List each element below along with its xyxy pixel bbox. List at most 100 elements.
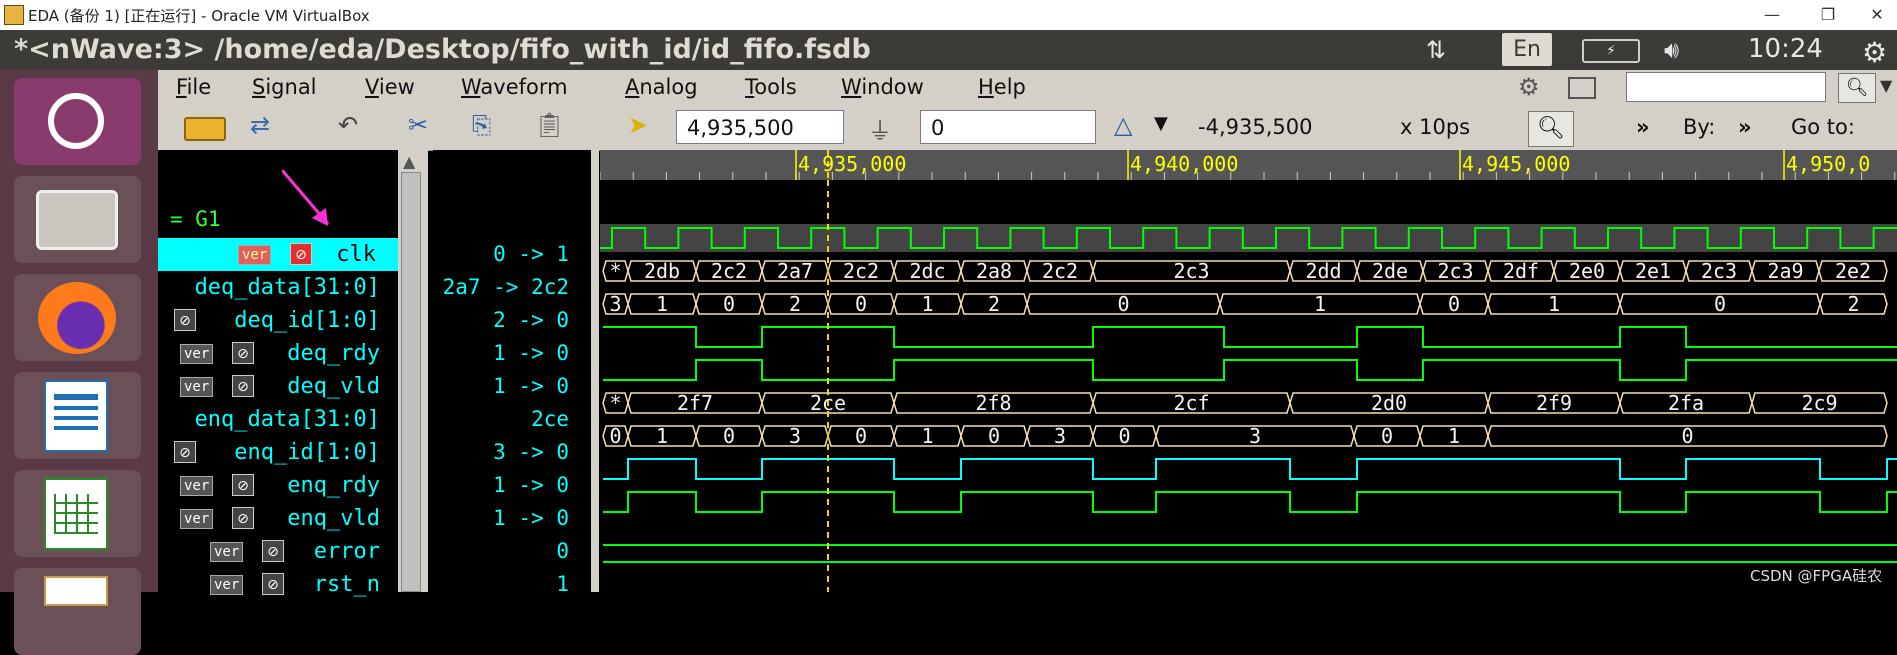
app-icon — [44, 576, 108, 606]
menu-window[interactable]: Window — [841, 75, 924, 99]
signal-type-icon: ⊘ — [262, 540, 284, 562]
delta-triangle-icon[interactable]: △ — [1114, 111, 1132, 139]
firefox-icon — [38, 282, 116, 354]
signal-row-enq-data[interactable]: enq_data[31:0] — [158, 403, 398, 436]
open-folder-icon[interactable] — [184, 117, 226, 141]
close-button[interactable]: ✕ — [1857, 2, 1897, 28]
menu-view[interactable]: View — [365, 75, 415, 99]
time-unit: x 10ps — [1400, 115, 1471, 139]
waves.enq_id-value: 0 — [855, 424, 867, 448]
waves.enq_id-value: 0 — [1118, 424, 1130, 448]
signal-row-clk[interactable]: ver ⊘ clk — [158, 238, 398, 271]
zoom-icon[interactable]: 🔍︎ — [1528, 111, 1574, 147]
ubuntu-dash-button[interactable] — [14, 78, 141, 165]
signal-value: 2ce — [531, 407, 569, 431]
signal-scrollbar[interactable]: ▲ — [398, 150, 424, 592]
waves.deq_data-value: 2c2 — [843, 259, 879, 283]
marker-icon[interactable]: ⏚ — [868, 111, 892, 146]
signal-row-deq-data[interactable]: deq_data[31:0] — [158, 271, 398, 304]
menu-help[interactable]: Help — [978, 75, 1026, 99]
waves.enq_data-value: 2d0 — [1371, 391, 1407, 415]
waves.deq_data-value: 2db — [644, 259, 680, 283]
signal-value: 1 -> 0 — [493, 506, 569, 530]
waves.enq_id-value: 1 — [1448, 424, 1460, 448]
signal-row-deq-id[interactable]: ⊘ deq_id[1:0] — [158, 304, 398, 337]
waves.deq_data-value: 2a8 — [976, 259, 1012, 283]
time-ruler[interactable]: 4,935,000 4,940,000 4,945,000 4,950,0 — [599, 150, 1897, 180]
signal-row-error[interactable]: ver ⊘ error — [158, 535, 398, 568]
signal-row-enq-id[interactable]: ⊘ enq_id[1:0] — [158, 436, 398, 469]
signal-row-enq-vld[interactable]: ver ⊘ enq_vld — [158, 502, 398, 535]
menu-file[interactable]: File — [176, 75, 211, 99]
waves.enq_id-value: 3 — [789, 424, 801, 448]
ruler-label: 4,935,000 — [798, 152, 907, 176]
scrollbar-thumb[interactable] — [401, 172, 421, 592]
more-icon[interactable]: » — [1636, 115, 1650, 139]
search-icon[interactable]: 🔍︎ — [1838, 73, 1876, 103]
scroll-up-icon[interactable]: ▲ — [403, 152, 415, 171]
network-updown-icon[interactable]: ⇅ — [1426, 36, 1446, 64]
signal-name: deq_data[31:0] — [194, 275, 380, 300]
goto-label: Go to: — [1791, 115, 1855, 139]
waves.enq_id-value: 0 — [609, 424, 621, 448]
pane-divider[interactable] — [591, 150, 599, 592]
waves.deq_data-value: 2c3 — [1437, 259, 1473, 283]
search-input[interactable] — [1626, 72, 1826, 102]
keyboard-language-indicator[interactable]: En — [1502, 33, 1552, 66]
menu-analog[interactable]: Analog — [625, 75, 698, 99]
battery-icon[interactable]: ⚡ — [1582, 39, 1640, 63]
volume-icon[interactable]: 🔊︎ — [1664, 36, 1679, 64]
annotation-arrow — [280, 169, 334, 230]
gear-icon[interactable]: ⚙ — [1862, 36, 1887, 69]
signal-type-icon: ⊘ — [232, 375, 254, 397]
signal-row-deq-rdy[interactable]: ver ⊘ deq_rdy — [158, 337, 398, 370]
pane-divider[interactable] — [424, 150, 428, 592]
search-dropdown-icon[interactable]: ▼ — [1880, 76, 1892, 95]
copy-icon[interactable]: ⎘ — [472, 111, 491, 139]
paste-icon[interactable]: 📋︎ — [534, 111, 564, 139]
waves.deq_data-value: 2a7 — [777, 259, 813, 283]
marker-time-field[interactable]: 0 — [920, 110, 1096, 144]
waves.deq_id-value: 0 — [1448, 292, 1460, 316]
waves.enq_data-value: * — [609, 391, 621, 415]
minimize-button[interactable]: — — [1752, 2, 1792, 28]
waves.deq_id-value: 2 — [789, 292, 801, 316]
calc-button[interactable] — [14, 470, 141, 557]
signal-row-deq-vld[interactable]: ver ⊘ deq_vld — [158, 370, 398, 403]
waves.deq_data-value: * — [609, 259, 621, 283]
settings-icon[interactable]: ⚙ — [1518, 73, 1540, 101]
waves.enq_id-value: 1 — [656, 424, 668, 448]
menu-tools[interactable]: Tools — [745, 75, 797, 99]
pointer-icon[interactable]: ➤ — [628, 111, 648, 139]
cursor-time-field[interactable]: 4,935,500 — [676, 110, 844, 144]
signal-name: deq_rdy — [287, 341, 380, 366]
waves.deq_data-value: 2dc — [909, 259, 945, 283]
reload-icon[interactable]: ⇄ — [250, 111, 270, 139]
clock[interactable]: 10:24 — [1748, 34, 1823, 64]
dock-icon[interactable] — [1568, 77, 1596, 99]
app-title: *<nWave:3> /home/eda/Desktop/fifo_with_i… — [14, 34, 871, 65]
signal-value: 2a7 -> 2c2 — [442, 275, 569, 299]
restore-button[interactable]: ❐ — [1808, 2, 1848, 28]
waves.deq_data-value: 2a9 — [1767, 259, 1803, 283]
waveform-pane[interactable]: * 2db 2c2 2a7 2c2 2dc 2a8 2c2 2c3 2dd 2de 2c3 2df 2e0… — [600, 180, 1897, 592]
writer-button[interactable] — [14, 372, 141, 459]
more-icon-2[interactable]: » — [1738, 115, 1752, 139]
group-label[interactable]: = G1 — [170, 207, 221, 231]
waves.enq_id-value: 3 — [1249, 424, 1261, 448]
signal-row-enq-rdy[interactable]: ver ⊘ enq_rdy — [158, 469, 398, 502]
menu-waveform[interactable]: Waveform — [461, 75, 568, 99]
waves.deq_data-value: 2c3 — [1701, 259, 1737, 283]
undo-icon[interactable]: ↶ — [338, 111, 358, 139]
files-button[interactable] — [14, 176, 141, 263]
delta-dropdown-icon[interactable]: ▼ — [1154, 113, 1168, 134]
menu-signal[interactable]: Signal — [252, 75, 317, 99]
ver-badge: ver — [180, 509, 214, 529]
signal-row-rst-n[interactable]: ver ⊘ rst_n — [158, 568, 398, 601]
ver-badge: ver — [210, 542, 244, 562]
waves.deq_id-value: 1 — [1548, 292, 1560, 316]
app-button[interactable] — [14, 568, 141, 655]
ver-badge: ver — [238, 245, 272, 265]
cut-icon[interactable]: ✂ — [408, 111, 428, 139]
firefox-button[interactable] — [14, 274, 141, 361]
